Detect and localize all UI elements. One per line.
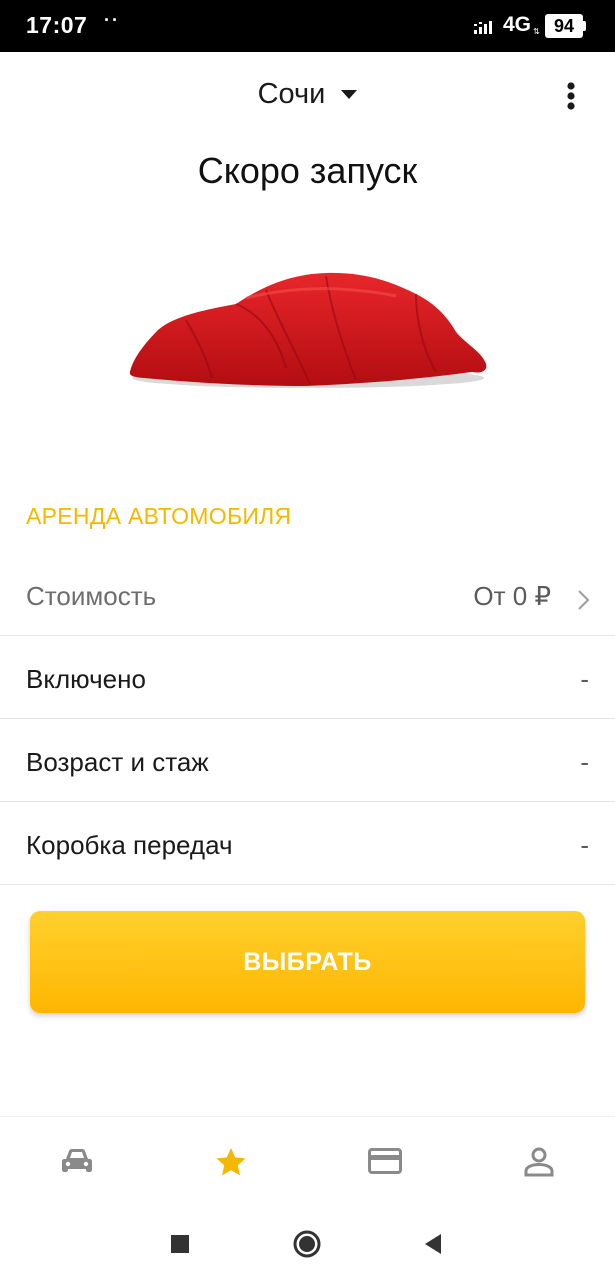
age-experience-row[interactable]: Возраст и стаж - <box>0 719 615 802</box>
transmission-label: Коробка передач <box>26 830 233 860</box>
home-icon[interactable] <box>289 1226 325 1262</box>
battery-icon: 94 <box>545 14 583 38</box>
network-type: 4G <box>503 13 532 36</box>
status-bar: 17:07 ·· 4G ⇅ 94 <box>0 0 615 52</box>
price-value: От 0 ₽ <box>473 581 551 611</box>
nav-item-payments[interactable] <box>308 1117 462 1209</box>
covered-car-image <box>129 272 487 388</box>
age-experience-value: - <box>580 747 589 777</box>
bottom-navigation <box>0 1116 615 1210</box>
status-time: 17:07 <box>26 12 88 38</box>
transmission-row[interactable]: Коробка передач - <box>0 802 615 885</box>
select-button[interactable]: ВЫБРАТЬ <box>30 911 585 1013</box>
star-icon <box>216 1148 246 1176</box>
profile-icon <box>524 1147 554 1177</box>
signal-icon <box>474 21 492 34</box>
city-name: Сочи <box>257 78 326 110</box>
car-icon <box>62 1149 92 1172</box>
notification-dots: ·· <box>104 10 120 30</box>
price-row[interactable]: Стоимость От 0 ₽ <box>0 553 615 636</box>
nav-item-profile[interactable] <box>462 1117 615 1209</box>
nav-item-favorites[interactable] <box>154 1117 308 1209</box>
nav-item-cars[interactable] <box>0 1117 154 1209</box>
page-title: Скоро запуск <box>197 150 418 191</box>
included-value: - <box>580 664 589 694</box>
transmission-value: - <box>580 830 589 860</box>
credit-card-icon <box>368 1148 402 1174</box>
price-label: Стоимость <box>26 581 157 611</box>
battery-tip <box>583 21 586 31</box>
age-experience-label: Возраст и стаж <box>26 747 209 777</box>
back-icon[interactable] <box>415 1226 451 1262</box>
section-label: АРЕНДА АВТОМОБИЛЯ <box>26 503 292 529</box>
chevron-right-icon <box>578 590 590 610</box>
included-row[interactable]: Включено - <box>0 636 615 719</box>
included-label: Включено <box>26 664 146 694</box>
more-vertical-icon[interactable] <box>556 80 586 116</box>
data-activity-icon: ⇅ <box>533 27 540 36</box>
caret-down-icon <box>341 90 358 100</box>
system-navigation-bar <box>0 1208 615 1280</box>
city-selector[interactable]: Сочи <box>0 78 615 111</box>
recent-apps-icon[interactable] <box>162 1226 198 1262</box>
